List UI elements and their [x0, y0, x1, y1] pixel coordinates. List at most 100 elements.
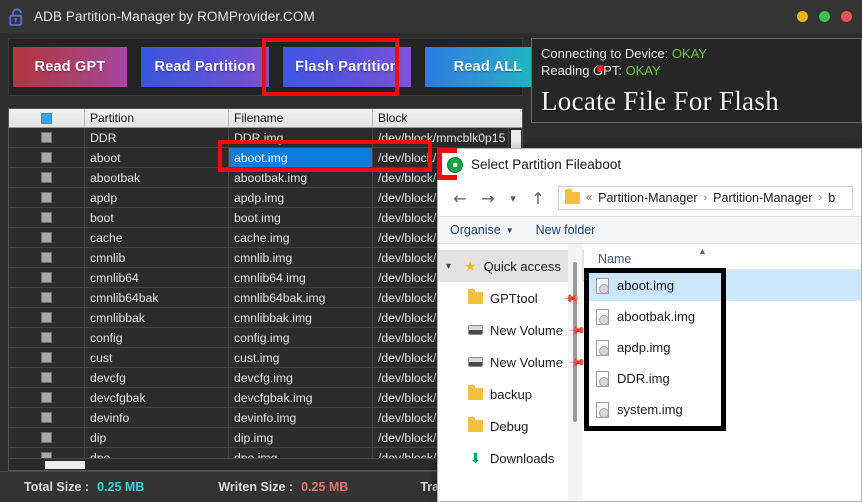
sidebar-scroll-thumb[interactable] — [573, 262, 577, 422]
file-name: DDR.img — [617, 371, 670, 386]
cell-filename[interactable]: cache.img — [229, 228, 373, 247]
cell-filename[interactable]: config.img — [229, 328, 373, 347]
cell-filename[interactable]: cmnlibbak.img — [229, 308, 373, 327]
column-header-block[interactable]: Block — [373, 109, 509, 127]
dialog-titlebar: Select Partition Fileaboot — [438, 149, 861, 180]
select-all-header[interactable] — [9, 109, 85, 127]
breadcrumb[interactable]: « Partition-Manager › Partition-Manager … — [558, 186, 853, 210]
connecting-value: OKAY — [671, 46, 707, 61]
arrow-up-icon[interactable]: ↑ — [524, 184, 552, 212]
row-checkbox-cell[interactable] — [9, 168, 85, 187]
read-gpt-button[interactable]: Read GPT — [13, 47, 127, 87]
close-button[interactable] — [841, 11, 852, 22]
cell-filename[interactable]: aboot.img — [229, 148, 373, 167]
row-checkbox[interactable] — [41, 392, 52, 403]
cell-filename[interactable]: cmnlib.img — [229, 248, 373, 267]
column-header-name[interactable]: Name — [598, 252, 631, 266]
cell-filename[interactable]: cust.img — [229, 348, 373, 367]
row-checkbox-cell[interactable] — [9, 408, 85, 427]
file-name: apdp.img — [617, 340, 671, 355]
cell-filename[interactable]: apdp.img — [229, 188, 373, 207]
dialog-navigation-bar: ← → ▾ ↑ « Partition-Manager › Partition-… — [438, 180, 861, 216]
row-checkbox[interactable] — [41, 312, 52, 323]
file-list: aboot.img abootbak.img apdp.img DDR.img syst… — [584, 270, 861, 425]
minimize-button[interactable] — [797, 11, 808, 22]
row-checkbox-cell[interactable] — [9, 328, 85, 347]
breadcrumb-item-2[interactable]: Partition-Manager — [713, 191, 812, 205]
select-all-checkbox[interactable] — [41, 112, 52, 124]
arrow-right-icon[interactable]: → — [474, 184, 502, 212]
total-size-label: Total Size : — [24, 480, 90, 494]
file-list-item[interactable]: abootbak.img — [584, 301, 861, 332]
row-checkbox[interactable] — [41, 212, 52, 223]
row-checkbox-cell[interactable] — [9, 308, 85, 327]
file-name: abootbak.img — [617, 309, 696, 324]
row-checkbox[interactable] — [41, 432, 52, 443]
cell-partition: cmnlib64 — [85, 268, 229, 287]
breadcrumb-item-1[interactable]: Partition-Manager — [598, 191, 697, 205]
cell-filename[interactable]: devcfgbak.img — [229, 388, 373, 407]
row-checkbox-cell[interactable] — [9, 208, 85, 227]
row-checkbox-cell[interactable] — [9, 348, 85, 367]
row-checkbox-cell[interactable] — [9, 428, 85, 447]
column-header-partition[interactable]: Partition — [85, 109, 229, 127]
row-checkbox-cell[interactable] — [9, 268, 85, 287]
file-list-header[interactable]: Name ▲ — [584, 244, 861, 270]
row-checkbox-cell[interactable] — [9, 228, 85, 247]
read-partition-button[interactable]: Read Partition — [141, 47, 269, 87]
cell-filename[interactable]: devinfo.img — [229, 408, 373, 427]
cell-filename[interactable]: devcfg.img — [229, 368, 373, 387]
file-list-item[interactable]: DDR.img — [584, 363, 861, 394]
sidebar-item-gpttool[interactable]: GPTtool 📌 — [438, 282, 584, 314]
flash-partition-button[interactable]: Flash Partition — [283, 47, 411, 87]
row-checkbox-cell[interactable] — [9, 388, 85, 407]
maximize-button[interactable] — [819, 11, 830, 22]
file-list-item[interactable]: aboot.img — [584, 270, 861, 301]
sidebar-item-new-volume[interactable]: New Volume 📌 — [438, 314, 584, 346]
row-checkbox[interactable] — [41, 252, 52, 263]
sidebar-item-new-volume[interactable]: New Volume 📌 — [438, 346, 584, 378]
cell-partition: cmnlibbak — [85, 308, 229, 327]
row-checkbox[interactable] — [41, 192, 52, 203]
row-checkbox-cell[interactable] — [9, 148, 85, 167]
sidebar-item-backup[interactable]: backup — [438, 378, 584, 410]
row-checkbox[interactable] — [41, 152, 52, 163]
cell-filename[interactable]: DDR.img — [229, 128, 373, 147]
row-checkbox[interactable] — [41, 232, 52, 243]
sidebar-item-debug[interactable]: Debug — [438, 410, 584, 442]
chevron-down-icon[interactable]: ▾ — [502, 184, 524, 212]
cell-filename[interactable]: boot.img — [229, 208, 373, 227]
row-checkbox-cell[interactable] — [9, 128, 85, 147]
app-titlebar: ADB Partition-Manager by ROMProvider.COM — [0, 0, 862, 33]
row-checkbox[interactable] — [41, 352, 52, 363]
row-checkbox[interactable] — [41, 372, 52, 383]
row-checkbox[interactable] — [41, 172, 52, 183]
row-checkbox-cell[interactable] — [9, 188, 85, 207]
sidebar-item-downloads[interactable]: ⬇ Downloads — [438, 442, 584, 474]
new-folder-button[interactable]: New folder — [536, 223, 596, 237]
arrow-left-icon[interactable]: ← — [446, 184, 474, 212]
row-checkbox[interactable] — [41, 332, 52, 343]
chevron-down-icon[interactable]: ▾ — [446, 261, 457, 272]
column-header-filename[interactable]: Filename — [229, 109, 373, 127]
cell-filename[interactable]: abootbak.img — [229, 168, 373, 187]
cell-filename[interactable]: cmnlib64bak.img — [229, 288, 373, 307]
cell-partition: DDR — [85, 128, 229, 147]
row-checkbox[interactable] — [41, 272, 52, 283]
row-checkbox-cell[interactable] — [9, 248, 85, 267]
row-checkbox[interactable] — [41, 292, 52, 303]
breadcrumb-item-3[interactable]: b — [828, 191, 835, 205]
table-hscroll-thumb[interactable] — [45, 461, 85, 469]
cell-filename[interactable]: cmnlib64.img — [229, 268, 373, 287]
row-checkbox[interactable] — [41, 412, 52, 423]
row-checkbox-cell[interactable] — [9, 288, 85, 307]
breadcrumb-overflow[interactable]: « — [586, 192, 592, 204]
table-row[interactable]: DDR DDR.img/dev/block/mmcblk0p15 — [9, 128, 522, 148]
organise-menu[interactable]: Organise ▼ — [450, 223, 514, 237]
row-checkbox[interactable] — [41, 132, 52, 143]
sidebar-item-quick-access[interactable]: ▾ ★ Quick access — [438, 250, 584, 282]
file-list-item[interactable]: system.img — [584, 394, 861, 425]
cell-filename[interactable]: dip.img — [229, 428, 373, 447]
file-list-item[interactable]: apdp.img — [584, 332, 861, 363]
row-checkbox-cell[interactable] — [9, 368, 85, 387]
